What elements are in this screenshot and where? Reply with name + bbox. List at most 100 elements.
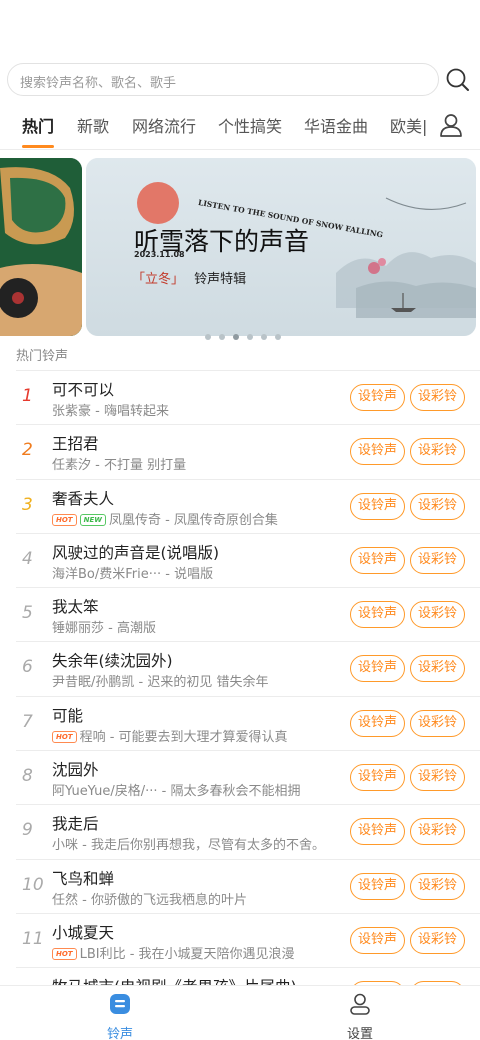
song-rank: 2 xyxy=(22,440,33,461)
tab-hot[interactable]: 热门 xyxy=(22,113,54,137)
song-row[interactable]: 6 失余年(续沈园外) 尹昔眠/孙鹏凯 - 迟来的初见 错失余年 设铃声 设彩铃 xyxy=(16,641,480,695)
carousel-dot[interactable] xyxy=(205,334,211,340)
song-row[interactable]: 4 风驶过的声音是(说唱版) 海洋Bo/费米Frie··· - 说唱版 设铃声 设彩铃 xyxy=(16,532,480,587)
search-row: 搜索铃声名称、歌名、歌手 xyxy=(0,60,480,100)
song-rank: 5 xyxy=(22,603,33,624)
song-rank: 7 xyxy=(22,711,33,732)
song-subtitle: 锤娜丽莎 - 高潮版 xyxy=(52,621,156,637)
tab-indicator xyxy=(22,145,54,148)
song-title: 失余年(续沈园外) xyxy=(52,652,173,671)
song-title: 可能 xyxy=(52,706,84,725)
set-color-ring-button[interactable]: 设彩铃 xyxy=(410,926,465,954)
song-title: 奢香夫人 xyxy=(52,489,115,508)
tab-funny[interactable]: 个性搞笑 xyxy=(218,113,282,137)
bottom-navigation: 铃声 设置 xyxy=(0,985,480,1040)
banner-tag: 「立冬」 xyxy=(132,272,185,287)
banner-carousel[interactable]: LISTEN TO THE SOUND OF SNOW FALLING 听雪落下… xyxy=(0,150,480,340)
user-icon[interactable] xyxy=(438,112,464,138)
set-ringtone-button[interactable]: 设铃声 xyxy=(350,601,405,629)
set-color-ring-button[interactable]: 设彩铃 xyxy=(410,492,465,520)
song-subtitle-row: 张紫豪 - 嗨唱转起来 xyxy=(52,400,169,419)
tab-internet-popular[interactable]: 网络流行 xyxy=(132,113,196,137)
set-ringtone-button[interactable]: 设铃声 xyxy=(350,546,405,574)
set-color-ring-button[interactable]: 设彩铃 xyxy=(410,709,465,737)
song-title: 飞鸟和蝉 xyxy=(52,869,115,888)
banner-current-slide[interactable]: LISTEN TO THE SOUND OF SNOW FALLING 听雪落下… xyxy=(86,158,476,336)
nav-settings[interactable]: 设置 xyxy=(320,992,400,1040)
set-ringtone-button[interactable]: 设铃声 xyxy=(350,764,405,792)
song-subtitle-row: 阿YueYue/戾格/··· - 隔太多春秋会不能相拥 xyxy=(52,780,301,799)
nav-ringtone-label: 铃声 xyxy=(106,1027,133,1040)
song-row[interactable]: 11 小城夏天 HOT LBI利比 - 我在小城夏天陪你遇见浪漫 设铃声 设彩铃 xyxy=(16,912,480,967)
tab-chinese-classics[interactable]: 华语金曲 xyxy=(304,113,368,137)
song-subtitle: 小咪 - 我走后你别再想我，尽管有太多的不舍。 xyxy=(52,838,325,854)
set-ringtone-button[interactable]: 设铃声 xyxy=(350,872,405,900)
song-subtitle: 张紫豪 - 嗨唱转起来 xyxy=(52,404,169,419)
song-rank: 3 xyxy=(22,494,33,515)
song-subtitle-row: 任然 - 你骄傲的飞远我栖息的叶片 xyxy=(52,889,247,908)
banner-subtitle: 铃声特辑 xyxy=(194,272,247,287)
song-row[interactable]: 3 奢香夫人 HOT NEW 凤凰传奇 - 凤凰传奇原创合集 设铃声 设彩铃 xyxy=(16,478,480,533)
nav-settings-label: 设置 xyxy=(346,1027,373,1040)
song-rank: 6 xyxy=(22,657,33,678)
set-ringtone-button[interactable]: 设铃声 xyxy=(350,384,405,411)
song-row[interactable]: 1 可不可以张紫豪 - 嗨唱转起来 设铃声 设彩铃 xyxy=(16,370,480,424)
song-subtitle-row: HOT 程响 - 可能要去到大理才算爱得认真 xyxy=(52,726,288,745)
song-title: 小城夏天 xyxy=(52,923,115,942)
set-ringtone-button[interactable]: 设铃声 xyxy=(350,709,405,737)
song-title: 可不可以 xyxy=(52,381,115,399)
category-tabs: 热门 新歌 网络流行 个性搞笑 华语金曲 欧美| xyxy=(0,100,480,150)
banner-previous-slide[interactable] xyxy=(0,158,82,336)
song-subtitle-row: HOT LBI利比 - 我在小城夏天陪你遇见浪漫 xyxy=(52,943,295,962)
song-subtitle-row: 海洋Bo/费米Frie··· - 说唱版 xyxy=(52,563,213,582)
ringtone-icon xyxy=(110,994,130,1014)
song-row[interactable]: 5 我太笨锤娜丽莎 - 高潮版 设铃声 设彩铃 xyxy=(16,587,480,641)
search-placeholder: 搜索铃声名称、歌名、歌手 xyxy=(20,76,177,91)
song-subtitle: 海洋Bo/费米Frie··· - 说唱版 xyxy=(52,566,214,582)
search-input[interactable]: 搜索铃声名称、歌名、歌手 xyxy=(7,63,439,96)
song-subtitle-row: 锤娜丽莎 - 高潮版 xyxy=(52,617,156,636)
set-color-ring-button[interactable]: 设彩铃 xyxy=(410,438,465,466)
set-ringtone-button[interactable]: 设铃声 xyxy=(350,926,405,954)
set-color-ring-button[interactable]: 设彩铃 xyxy=(410,764,465,792)
set-ringtone-button[interactable]: 设铃声 xyxy=(350,438,405,466)
song-subtitle-row: 尹昔眠/孙鹏凯 - 迟来的初见 错失余年 xyxy=(52,671,268,690)
record-illustration xyxy=(0,158,82,336)
tab-western[interactable]: 欧美| xyxy=(390,113,427,137)
section-title: 热门铃声 xyxy=(16,349,69,364)
song-row[interactable]: 7 可能 HOT 程响 - 可能要去到大理才算爱得认真 设铃声 设彩铃 xyxy=(16,695,480,750)
set-color-ring-button[interactable]: 设彩铃 xyxy=(410,601,465,629)
set-color-ring-button[interactable]: 设彩铃 xyxy=(410,818,465,846)
song-subtitle: 任素汐 - 不打量 别打量 xyxy=(52,458,187,474)
song-rank: 1 xyxy=(22,386,33,406)
song-row[interactable]: 9 我走后 小咪 - 我走后你别再想我，尽管有太多的不舍。 设铃声 设彩铃 xyxy=(16,804,480,858)
carousel-dots xyxy=(205,325,285,340)
banner-date: 2023.11.08 xyxy=(134,250,185,259)
set-ringtone-button[interactable]: 设铃声 xyxy=(350,492,405,520)
ringtone-list: 1 可不可以 张紫豪 - 嗨唱转起来 设铃声 设彩铃 2 王招君 任素汐 - 不打量 别打量设… xyxy=(16,370,480,1022)
song-subtitle: 尹昔眠/孙鹏凯 - 迟来的初见 错失余年 xyxy=(52,675,269,691)
set-ringtone-button[interactable]: 设铃声 xyxy=(350,818,405,846)
song-rank: 8 xyxy=(22,766,33,787)
set-color-ring-button[interactable]: 设彩铃 xyxy=(410,384,465,411)
song-row[interactable]: 2 王招君 任素汐 - 不打量 别打量 设铃声 设彩铃 xyxy=(16,424,480,478)
song-subtitle-row: HOT NEW 凤凰传奇 - 凤凰传奇原创合集 xyxy=(52,509,278,528)
search-icon[interactable] xyxy=(445,67,471,93)
set-ringtone-button[interactable]: 设铃声 xyxy=(350,655,405,683)
set-color-ring-button[interactable]: 设彩铃 xyxy=(410,546,465,574)
set-color-ring-button[interactable]: 设彩铃 xyxy=(410,655,465,683)
set-color-ring-button[interactable]: 设彩铃 xyxy=(410,872,465,900)
song-row[interactable]: 10 飞鸟和蝉 任然 - 你骄傲的飞远我栖息的叶片 设铃声 设彩铃 xyxy=(16,858,480,913)
song-subtitle: LBI利比 - 我在小城夏天陪你遇见浪漫 xyxy=(79,946,295,962)
song-subtitle: 凤凰传奇 - 凤凰传奇原创合集 xyxy=(108,512,278,528)
song-subtitle-row: 小咪 - 我走后你别再想我，尽管有太多的不舍。 xyxy=(52,834,325,853)
nav-ringtone[interactable]: 铃声 xyxy=(80,992,160,1040)
hot-badge: HOT xyxy=(52,947,77,960)
song-row[interactable]: 8 沈园外 阿YueYue/戾格/··· - 隔太多春秋会不能相拥 设铃声 设彩铃 xyxy=(16,750,480,804)
hot-badge: HOT xyxy=(52,730,77,743)
hot-badge: HOT xyxy=(52,513,77,526)
tab-new-songs[interactable]: 新歌 xyxy=(77,113,109,137)
song-title: 我走后 xyxy=(52,815,99,834)
song-title: 我太笨 xyxy=(52,598,99,617)
song-title: 沈园外 xyxy=(52,761,99,780)
